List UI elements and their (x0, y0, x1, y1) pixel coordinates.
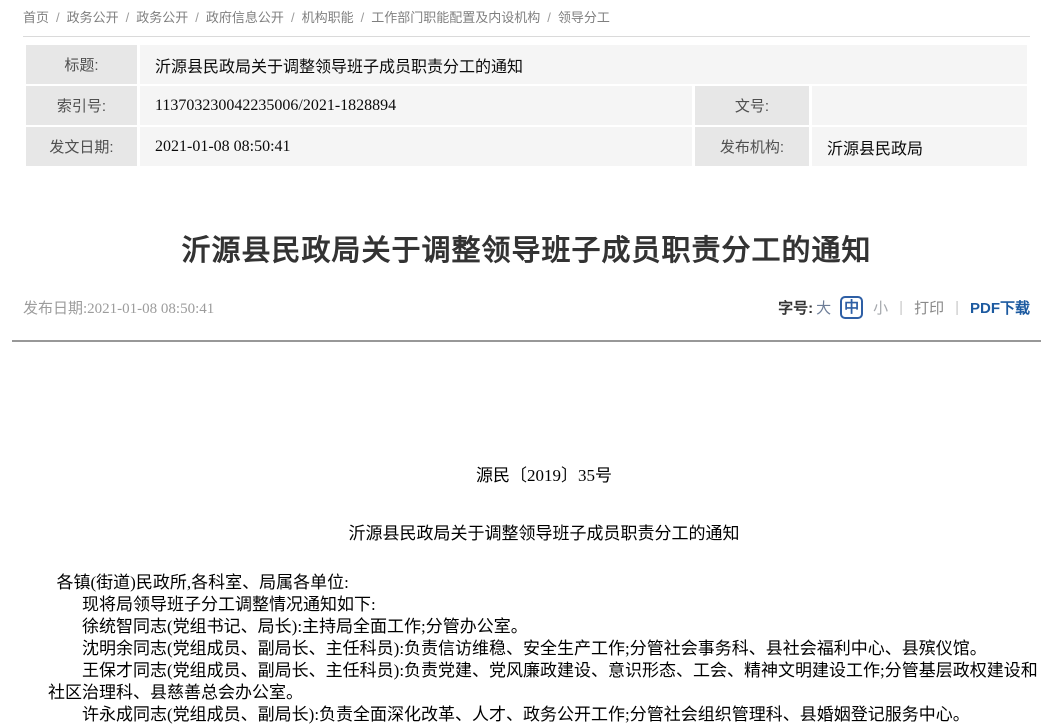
info-label-index-number: 索引号: (26, 86, 137, 125)
info-label-issue-date: 发文日期: (26, 127, 137, 166)
publish-date: 发布日期:2021-01-08 08:50:41 (23, 297, 214, 318)
info-row-title: 标题: 沂源县民政局关于调整领导班子成员职责分工的通知 (26, 45, 1027, 84)
publish-date-value: 2021-01-08 08:50:41 (87, 301, 214, 317)
document-paragraph: 现将局领导班子分工调整情况通知如下: (48, 594, 1040, 616)
breadcrumb-separator: / (291, 10, 295, 25)
info-value-index-number: 113703230042235006/2021-1828894 (140, 86, 692, 125)
page: 首页 / 政务公开 / 政务公开 / 政府信息公开 / 机构职能 / 工作部门职能配置及内设机构 / 领… (0, 0, 1053, 726)
font-size-label: 字号: (778, 297, 813, 318)
info-value-title: 沂源县民政局关于调整领导班子成员职责分工的通知 (140, 45, 1027, 84)
font-size-medium-button[interactable]: 中 (840, 296, 863, 319)
document-body: 源民〔2019〕35号 沂源县民政局关于调整领导班子成员职责分工的通知 各镇(街… (23, 464, 1040, 726)
print-button[interactable]: 打印 (914, 297, 944, 318)
publish-date-label: 发布日期: (23, 301, 87, 317)
info-value-issuing-agency: 沂源县民政局 (812, 127, 1027, 166)
breadcrumb-separator: / (547, 10, 551, 25)
breadcrumb-item-leadership[interactable]: 领导分工 (558, 10, 610, 25)
breadcrumb-separator: / (195, 10, 199, 25)
breadcrumb-item-info-disclosure[interactable]: 政府信息公开 (206, 10, 284, 25)
toolbar-divider: | (899, 299, 903, 316)
info-value-doc-number (812, 86, 1027, 125)
document-paragraph: 徐统智同志(党组书记、局长):主持局全面工作;分管办公室。 (48, 616, 1040, 638)
page-title: 沂源县民政局关于调整领导班子成员职责分工的通知 (23, 234, 1030, 269)
info-label-issuing-agency: 发布机构: (695, 127, 809, 166)
breadcrumb-separator: / (126, 10, 130, 25)
article-toolbar: 字号: 大 中 小 | 打印 | PDF下载 (778, 296, 1030, 319)
document-paragraph: 各镇(街道)民政所,各科室、局属各单位: (48, 572, 1040, 594)
breadcrumb-item-functions[interactable]: 机构职能 (302, 10, 354, 25)
font-size-large-button[interactable]: 大 (816, 297, 831, 318)
breadcrumb-divider (23, 36, 1030, 37)
breadcrumb-separator: / (56, 10, 60, 25)
document-title: 沂源县民政局关于调整领导班子成员职责分工的通知 (48, 522, 1040, 546)
breadcrumb-separator: / (361, 10, 365, 25)
article-meta-bar: 发布日期:2021-01-08 08:50:41 字号: 大 中 小 | 打印 … (23, 295, 1030, 320)
content-divider (12, 340, 1041, 342)
breadcrumb-item-zwgk-1[interactable]: 政务公开 (67, 10, 119, 25)
toolbar-divider: | (955, 299, 959, 316)
info-row-index: 索引号: 113703230042235006/2021-1828894 文号: (26, 86, 1027, 125)
document-paragraph: 沈明余同志(党组成员、副局长、主任科员):负责信访维稳、安全生产工作;分管社会事… (48, 638, 1040, 660)
info-value-issue-date: 2021-01-08 08:50:41 (140, 127, 692, 166)
font-size-small-button[interactable]: 小 (873, 297, 888, 318)
info-table: 标题: 沂源县民政局关于调整领导班子成员职责分工的通知 索引号: 1137032… (23, 43, 1030, 168)
breadcrumb-item-zwgk-2[interactable]: 政务公开 (136, 10, 188, 25)
pdf-download-button[interactable]: PDF下载 (970, 297, 1030, 318)
document-number: 源民〔2019〕35号 (48, 464, 1040, 488)
document-paragraph: 王保才同志(党组成员、副局长、主任科员):负责党建、党风廉政建设、意识形态、工会… (48, 660, 1040, 704)
breadcrumb-item-home[interactable]: 首页 (23, 10, 49, 25)
info-row-date: 发文日期: 2021-01-08 08:50:41 发布机构: 沂源县民政局 (26, 127, 1027, 166)
info-label-title: 标题: (26, 45, 137, 84)
breadcrumb: 首页 / 政务公开 / 政务公开 / 政府信息公开 / 机构职能 / 工作部门职能配置及内设机构 / 领… (23, 0, 1030, 27)
info-label-doc-number: 文号: (695, 86, 809, 125)
breadcrumb-item-dept-config[interactable]: 工作部门职能配置及内设机构 (371, 10, 540, 25)
